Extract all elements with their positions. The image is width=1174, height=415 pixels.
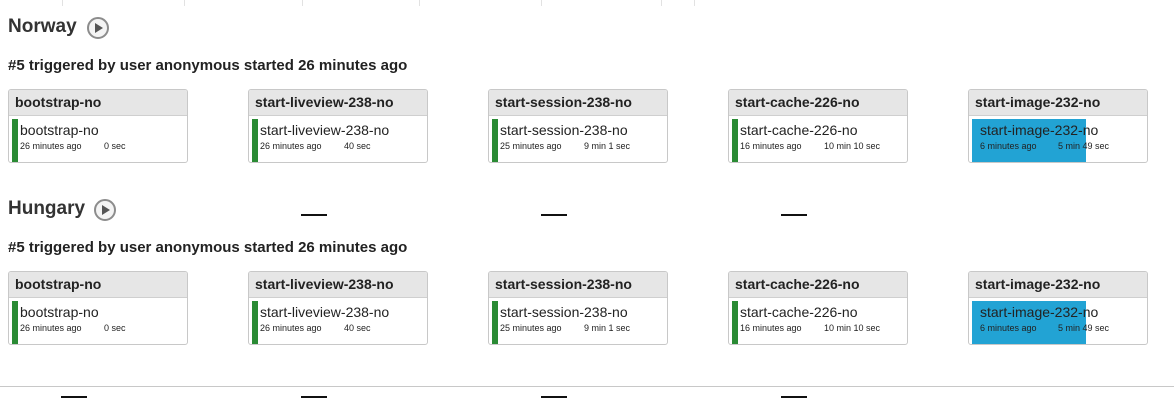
stage-header: start-session-238-no — [489, 272, 667, 298]
job-duration: 10 min 10 sec — [824, 323, 881, 333]
job-started: 6 minutes ago — [980, 323, 1037, 333]
job-name[interactable]: bootstrap-no — [20, 304, 99, 320]
job-started: 16 minutes ago — [740, 323, 802, 333]
clipped-edge — [541, 0, 542, 6]
stage-job[interactable]: start-session-238-no 25 minutes ago 9 mi… — [489, 298, 667, 344]
play-icon[interactable] — [94, 199, 116, 221]
stage-card[interactable]: start-liveview-238-no start-liveview-238… — [248, 89, 428, 163]
clipped-edge — [419, 0, 420, 6]
stage-card[interactable]: start-cache-226-no start-cache-226-no 16… — [728, 89, 908, 163]
clipped-edge — [694, 0, 695, 6]
connector-dash — [301, 396, 327, 398]
stage-card[interactable]: start-image-232-no start-image-232-no 6 … — [968, 89, 1148, 163]
job-name[interactable]: start-cache-226-no — [740, 304, 858, 320]
job-duration: 40 sec — [344, 141, 371, 151]
connector-dash — [61, 396, 87, 398]
job-started: 25 minutes ago — [500, 141, 562, 151]
stage-job[interactable]: bootstrap-no 26 minutes ago 0 sec — [9, 116, 187, 162]
clipped-edge — [661, 0, 662, 6]
job-name[interactable]: start-image-232-no — [980, 122, 1098, 138]
status-bar-success — [732, 301, 738, 344]
stage-card[interactable]: start-image-232-no start-image-232-no 6 … — [968, 271, 1148, 345]
connector-dash — [781, 396, 807, 398]
stage-job[interactable]: bootstrap-no 26 minutes ago 0 sec — [9, 298, 187, 344]
pipeline-hungary: Hungary #5 triggered by user anonymous s… — [0, 198, 1174, 380]
play-icon[interactable] — [87, 17, 109, 39]
job-duration: 9 min 1 sec — [584, 141, 631, 151]
stage-job[interactable]: start-session-238-no 25 minutes ago 9 mi… — [489, 116, 667, 162]
job-name[interactable]: start-session-238-no — [500, 122, 628, 138]
status-bar-success — [492, 119, 498, 162]
job-duration: 0 sec — [104, 323, 126, 333]
stage-job[interactable]: start-image-232-no 6 minutes ago 5 min 4… — [969, 116, 1147, 162]
stage-header: start-cache-226-no — [729, 90, 907, 116]
pipeline-title: Hungary — [8, 198, 86, 219]
status-bar-success — [12, 119, 18, 162]
stage-job[interactable]: start-liveview-238-no 26 minutes ago 40 … — [249, 298, 427, 344]
job-duration: 40 sec — [344, 323, 371, 333]
job-name[interactable]: start-cache-226-no — [740, 122, 858, 138]
stage-card[interactable]: start-liveview-238-no start-liveview-238… — [248, 271, 428, 345]
status-bar-success — [252, 119, 258, 162]
job-name[interactable]: start-liveview-238-no — [260, 304, 389, 320]
job-duration: 10 min 10 sec — [824, 141, 881, 151]
clipped-edge — [184, 0, 185, 6]
clipped-edge — [62, 0, 63, 6]
job-name[interactable]: bootstrap-no — [20, 122, 99, 138]
connector-dash — [541, 396, 567, 398]
job-started: 25 minutes ago — [500, 323, 562, 333]
stage-header: bootstrap-no — [9, 272, 187, 298]
stage-job[interactable]: start-image-232-no 6 minutes ago 5 min 4… — [969, 298, 1147, 344]
run-info: #5 triggered by user anonymous started 2… — [8, 57, 408, 74]
stage-job[interactable]: start-cache-226-no 16 minutes ago 10 min… — [729, 298, 907, 344]
job-name[interactable]: start-session-238-no — [500, 304, 628, 320]
pipeline-norway: Norway #5 triggered by user anonymous st… — [0, 16, 1174, 198]
stage-job[interactable]: start-cache-226-no 16 minutes ago 10 min… — [729, 116, 907, 162]
run-info: #5 triggered by user anonymous started 2… — [8, 239, 408, 256]
stage-card[interactable]: start-session-238-no start-session-238-n… — [488, 89, 668, 163]
status-bar-success — [492, 301, 498, 344]
stage-header: bootstrap-no — [9, 90, 187, 116]
job-started: 16 minutes ago — [740, 141, 802, 151]
stage-header: start-session-238-no — [489, 90, 667, 116]
job-started: 26 minutes ago — [20, 141, 82, 151]
job-started: 26 minutes ago — [20, 323, 82, 333]
stage-card[interactable]: start-cache-226-no start-cache-226-no 16… — [728, 271, 908, 345]
stage-card[interactable]: bootstrap-no bootstrap-no 26 minutes ago… — [8, 271, 188, 345]
stage-header: start-image-232-no — [969, 90, 1147, 116]
job-name[interactable]: start-image-232-no — [980, 304, 1098, 320]
job-name[interactable]: start-liveview-238-no — [260, 122, 389, 138]
job-duration: 0 sec — [104, 141, 126, 151]
stage-card[interactable]: bootstrap-no bootstrap-no 26 minutes ago… — [8, 89, 188, 163]
pipeline-title: Norway — [8, 16, 77, 37]
job-duration: 5 min 49 sec — [1058, 323, 1110, 333]
job-duration: 5 min 49 sec — [1058, 141, 1110, 151]
job-started: 26 minutes ago — [260, 141, 322, 151]
divider — [0, 386, 1174, 387]
job-started: 6 minutes ago — [980, 141, 1037, 151]
stage-header: start-liveview-238-no — [249, 272, 427, 298]
status-bar-success — [252, 301, 258, 344]
stage-job[interactable]: start-liveview-238-no 26 minutes ago 40 … — [249, 116, 427, 162]
stage-header: start-cache-226-no — [729, 272, 907, 298]
status-bar-success — [12, 301, 18, 344]
status-bar-success — [732, 119, 738, 162]
stage-header: start-image-232-no — [969, 272, 1147, 298]
job-duration: 9 min 1 sec — [584, 323, 631, 333]
stage-header: start-liveview-238-no — [249, 90, 427, 116]
clipped-edge — [302, 0, 303, 6]
stage-card[interactable]: start-session-238-no start-session-238-n… — [488, 271, 668, 345]
job-started: 26 minutes ago — [260, 323, 322, 333]
